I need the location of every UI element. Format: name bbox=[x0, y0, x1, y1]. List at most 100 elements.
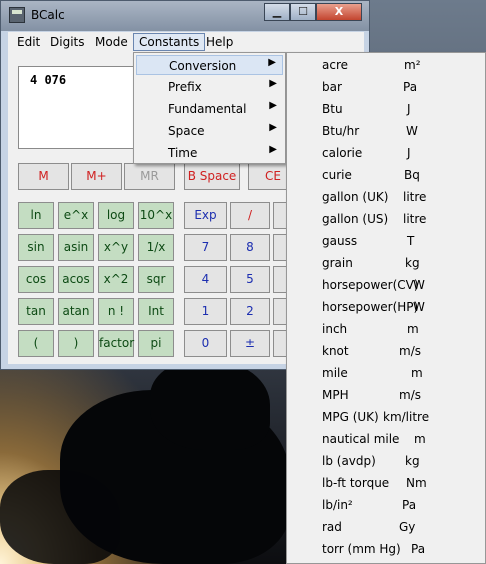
submenu-item-grain[interactable]: grain kg bbox=[289, 252, 483, 274]
submenu-item-unit: m bbox=[411, 366, 423, 380]
backspace-button[interactable]: B Space bbox=[184, 163, 240, 190]
submenu-item-unit: litre bbox=[403, 212, 427, 226]
submenu-item-mpg-uk[interactable]: MPG (UK) km/litre bbox=[289, 406, 483, 428]
digit-7-button[interactable]: 7 bbox=[184, 234, 227, 261]
memory-button[interactable]: M bbox=[18, 163, 69, 190]
submenu-item-unit: W bbox=[406, 124, 418, 138]
menu-item-conversion[interactable]: Conversion ▶ bbox=[136, 55, 283, 75]
submenu-item-mph[interactable]: MPH m/s bbox=[289, 384, 483, 406]
digit-8-button[interactable]: 8 bbox=[230, 234, 270, 261]
menu-item-space[interactable]: Space ▶ bbox=[136, 121, 283, 141]
digit-0-button[interactable]: 0 bbox=[184, 330, 227, 357]
submenu-item-bar[interactable]: bar Pa bbox=[289, 76, 483, 98]
submenu-item-gallon-us[interactable]: gallon (US) litre bbox=[289, 208, 483, 230]
reciprocal-button[interactable]: 1/x bbox=[138, 234, 174, 261]
pow10-button[interactable]: 10^x bbox=[138, 202, 174, 229]
submenu-item-torr[interactable]: torr (mm Hg) Pa bbox=[289, 538, 483, 560]
sin-button[interactable]: sin bbox=[18, 234, 54, 261]
submenu-item-btu[interactable]: Btu J bbox=[289, 98, 483, 120]
digit-4-button[interactable]: 4 bbox=[184, 266, 227, 293]
tree-silhouette bbox=[150, 360, 270, 450]
submenu-item-lb-in2[interactable]: lb/in² Pa bbox=[289, 494, 483, 516]
submenu-item-name: curie bbox=[322, 168, 352, 182]
digit-1-button[interactable]: 1 bbox=[184, 298, 227, 325]
submenu-item-horsepower-cv[interactable]: horsepower(CV) W bbox=[289, 274, 483, 296]
submenu-item-lb-ft-torque[interactable]: lb-ft torque Nm bbox=[289, 472, 483, 494]
submenu-item-name: horsepower(HP) bbox=[322, 300, 419, 314]
menu-help[interactable]: Help bbox=[201, 34, 238, 50]
submenu-item-name: bar bbox=[322, 80, 342, 94]
chevron-right-icon: ▶ bbox=[269, 122, 277, 133]
menu-digits[interactable]: Digits bbox=[45, 34, 89, 50]
tree-silhouette bbox=[0, 470, 120, 564]
submenu-item-gallon-uk[interactable]: gallon (UK) litre bbox=[289, 186, 483, 208]
menu-constants[interactable]: Constants bbox=[133, 33, 206, 51]
factorial-button[interactable]: n ! bbox=[98, 298, 134, 325]
submenu-item-curie[interactable]: curie Bq bbox=[289, 164, 483, 186]
square-button[interactable]: x^2 bbox=[98, 266, 134, 293]
submenu-item-name: calorie bbox=[322, 146, 363, 160]
submenu-item-inch[interactable]: inch m bbox=[289, 318, 483, 340]
submenu-item-acre[interactable]: acre m² bbox=[289, 54, 483, 76]
menu-item-label: Conversion bbox=[169, 59, 237, 73]
plus-minus-button[interactable]: ± bbox=[230, 330, 270, 357]
submenu-item-name: Btu bbox=[322, 102, 343, 116]
submenu-item-name: torr (mm Hg) bbox=[322, 542, 401, 556]
divide-button[interactable]: / bbox=[230, 202, 270, 229]
digit-5-button[interactable]: 5 bbox=[230, 266, 270, 293]
pi-button[interactable]: pi bbox=[138, 330, 174, 357]
submenu-item-mile[interactable]: mile m bbox=[289, 362, 483, 384]
maximize-icon: ☐ bbox=[298, 5, 308, 18]
log-button[interactable]: log bbox=[98, 202, 134, 229]
submenu-item-knot[interactable]: knot m/s bbox=[289, 340, 483, 362]
chevron-right-icon: ▶ bbox=[268, 57, 276, 68]
submenu-item-btu-hr[interactable]: Btu/hr W bbox=[289, 120, 483, 142]
submenu-item-name: horsepower(CV) bbox=[322, 278, 419, 292]
submenu-item-horsepower-hp[interactable]: horsepower(HP) W bbox=[289, 296, 483, 318]
constants-menu: Conversion ▶ Prefix ▶ Fundamental ▶ Spac… bbox=[133, 52, 286, 164]
menu-item-label: Prefix bbox=[168, 80, 202, 94]
submenu-item-rad[interactable]: rad Gy bbox=[289, 516, 483, 538]
submenu-item-unit: m² bbox=[404, 58, 421, 72]
submenu-item-calorie[interactable]: calorie J bbox=[289, 142, 483, 164]
submenu-item-unit: T bbox=[407, 234, 415, 248]
close-paren-button[interactable]: ) bbox=[58, 330, 94, 357]
menu-item-time[interactable]: Time ▶ bbox=[136, 143, 283, 163]
menu-item-label: Time bbox=[168, 146, 198, 160]
tan-button[interactable]: tan bbox=[18, 298, 54, 325]
menu-mode[interactable]: Mode bbox=[90, 34, 133, 50]
submenu-item-name: inch bbox=[322, 322, 348, 336]
submenu-item-name: gauss bbox=[322, 234, 358, 248]
asin-button[interactable]: asin bbox=[58, 234, 94, 261]
exp-button[interactable]: Exp bbox=[184, 202, 227, 229]
menu-edit[interactable]: Edit bbox=[12, 34, 45, 50]
memory-add-button[interactable]: M+ bbox=[71, 163, 122, 190]
submenu-item-unit: Pa bbox=[402, 498, 417, 512]
factor-button[interactable]: factor bbox=[98, 330, 134, 357]
submenu-item-unit: litre bbox=[403, 190, 427, 204]
atan-button[interactable]: atan bbox=[58, 298, 94, 325]
ln-button[interactable]: ln bbox=[18, 202, 54, 229]
digit-2-button[interactable]: 2 bbox=[230, 298, 270, 325]
submenu-item-lb-avdp[interactable]: lb (avdp) kg bbox=[289, 450, 483, 472]
acos-button[interactable]: acos bbox=[58, 266, 94, 293]
window-title: BCalc bbox=[31, 8, 65, 22]
submenu-item-unit: Pa bbox=[411, 542, 426, 556]
exp-e-button[interactable]: e^x bbox=[58, 202, 94, 229]
submenu-item-name: MPH bbox=[322, 388, 349, 402]
open-paren-button[interactable]: ( bbox=[18, 330, 54, 357]
title-bar[interactable]: BCalc ▁ ☐ X bbox=[1, 1, 369, 31]
sqrt-button[interactable]: sqr bbox=[138, 266, 174, 293]
submenu-item-unit: m/s bbox=[399, 344, 421, 358]
maximize-button[interactable]: ☐ bbox=[290, 3, 316, 21]
minimize-button[interactable]: ▁ bbox=[264, 3, 290, 21]
close-button[interactable]: X bbox=[316, 3, 362, 21]
memory-recall-button[interactable]: MR bbox=[124, 163, 175, 190]
submenu-item-nautical-mile[interactable]: nautical mile m bbox=[289, 428, 483, 450]
menu-item-prefix[interactable]: Prefix ▶ bbox=[136, 77, 283, 97]
submenu-item-gauss[interactable]: gauss T bbox=[289, 230, 483, 252]
power-button[interactable]: x^y bbox=[98, 234, 134, 261]
int-button[interactable]: Int bbox=[138, 298, 174, 325]
menu-item-fundamental[interactable]: Fundamental ▶ bbox=[136, 99, 283, 119]
cos-button[interactable]: cos bbox=[18, 266, 54, 293]
